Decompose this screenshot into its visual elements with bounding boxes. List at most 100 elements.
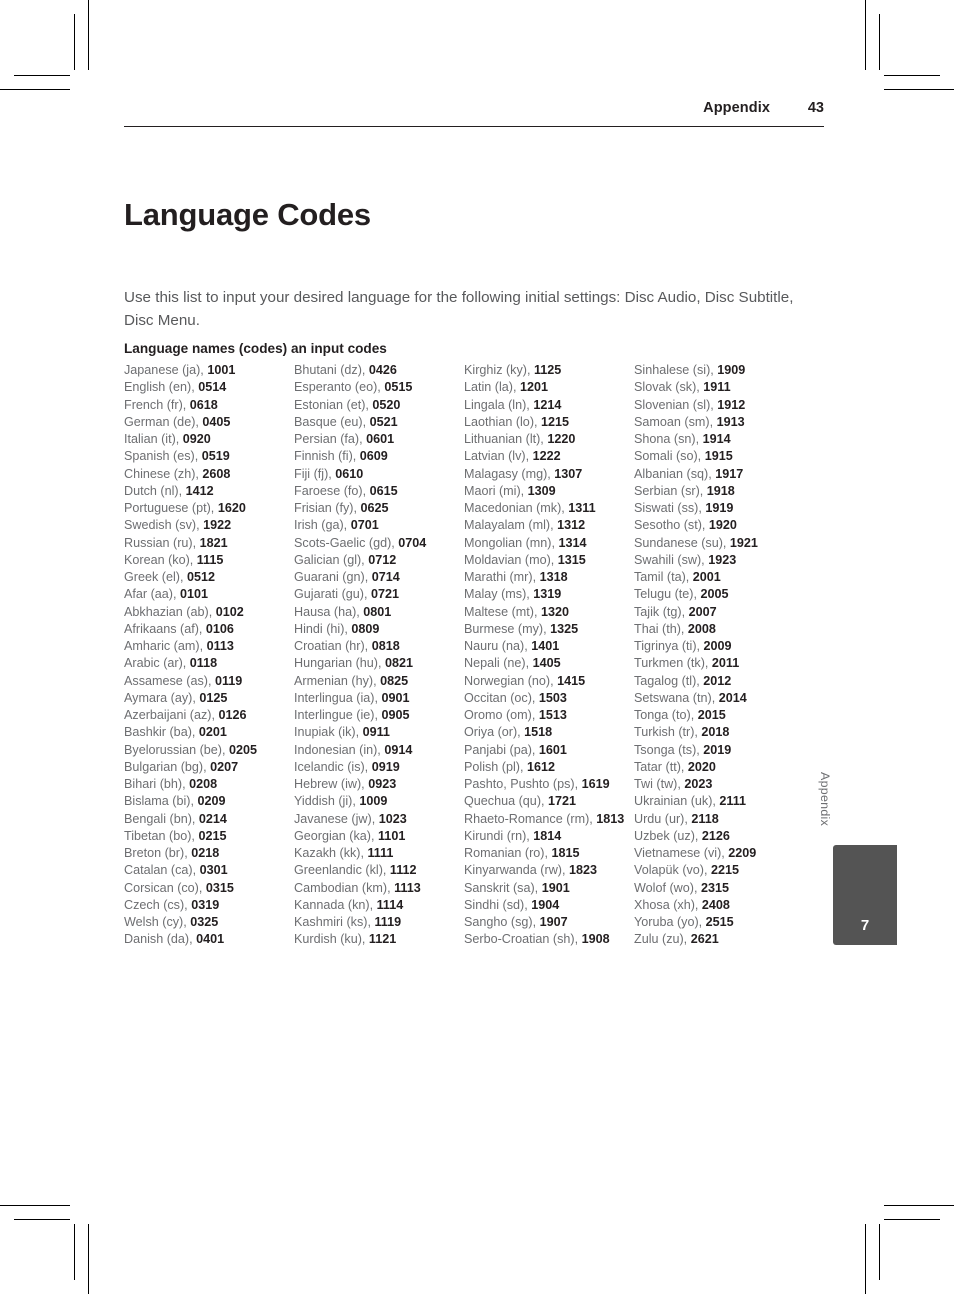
language-code-entry: Samoan (sm), 1913 <box>634 414 828 431</box>
language-code-number: 0218 <box>191 846 220 860</box>
language-code-entry: Kurdish (ku), 1121 <box>294 931 464 948</box>
language-code-number: 0919 <box>371 759 400 774</box>
language-code-entry: Bislama (bi), 0209 <box>124 793 294 810</box>
language-name: Armenian (hy), <box>294 673 381 688</box>
language-name: Wolof (wo), <box>634 880 701 895</box>
language-name: Siswati (ss), <box>634 501 706 515</box>
language-code-entry: Volapük (vo), 2215 <box>634 862 828 879</box>
language-name: Fiji (fj), <box>294 466 336 481</box>
side-tab-label: Appendix <box>818 772 832 827</box>
language-name: Frisian (fy), <box>294 501 361 515</box>
language-name: German (de), <box>124 414 203 429</box>
language-code-entry: Faroese (fo), 0615 <box>294 483 464 500</box>
language-code-entry: Nepali (ne), 1405 <box>464 655 634 672</box>
language-name: Burmese (my), <box>464 621 551 636</box>
language-code-entry: Panjabi (pa), 1601 <box>464 742 634 759</box>
language-name: Azerbaijani (az), <box>124 708 219 722</box>
language-code-number: 0119 <box>214 673 243 688</box>
language-code-entry: Bhutani (dz), 0426 <box>294 362 464 379</box>
language-code-number: 2408 <box>701 897 730 912</box>
language-name: Latin (la), <box>464 380 520 395</box>
language-name: Tsonga (ts), <box>634 742 704 757</box>
language-code-entry: Polish (pl), 1612 <box>464 759 634 776</box>
language-code-entry: Inupiak (ik), 0911 <box>294 724 464 741</box>
language-name: Bulgarian (bg), <box>124 759 211 774</box>
language-code-entry: Dutch (nl), 1412 <box>124 483 294 500</box>
language-code-entry: Basque (eu), 0521 <box>294 414 464 431</box>
crop-mark-top-right <box>865 0 866 70</box>
language-code-entry: Yoruba (yo), 2515 <box>634 914 828 931</box>
language-code-entry: Wolof (wo), 2315 <box>634 880 828 897</box>
language-name: Catalan (ca), <box>124 863 200 878</box>
language-code-entry: Persian (fa), 0601 <box>294 431 464 448</box>
language-code-entry: Abkhazian (ab), 0102 <box>124 604 294 621</box>
language-code-entry: Swahili (sw), 1923 <box>634 552 828 569</box>
language-name: Hebrew (iw), <box>294 777 369 791</box>
language-code-number: 0325 <box>190 915 219 929</box>
language-name: Marathi (mr), <box>464 570 540 584</box>
language-name: Italian (it), <box>124 432 183 446</box>
language-code-number: 0721 <box>371 587 400 602</box>
language-code-number: 1009 <box>359 794 388 809</box>
language-name: Assamese (as), <box>124 673 215 688</box>
language-code-number: 1813 <box>596 811 625 826</box>
language-code-entry: Urdu (ur), 2118 <box>634 811 828 828</box>
language-code-entry: Frisian (fy), 0625 <box>294 500 464 517</box>
language-name: Welsh (cy), <box>124 915 191 929</box>
language-name: Portuguese (pt), <box>124 501 218 515</box>
language-code-entry: Maltese (mt), 1320 <box>464 604 634 621</box>
language-code-entry: Norwegian (no), 1415 <box>464 673 634 690</box>
language-code-entry: Vietnamese (vi), 2209 <box>634 845 828 862</box>
language-code-number: 0801 <box>363 604 392 619</box>
language-code-entry: Kannada (kn), 1114 <box>294 897 464 914</box>
language-code-number: 1405 <box>532 656 561 671</box>
language-code-entry: Afar (aa), 0101 <box>124 586 294 603</box>
language-code-number: 0101 <box>180 587 209 602</box>
language-code-entry: Siswati (ss), 1919 <box>634 500 828 517</box>
language-code-entry: Fiji (fj), 0610 <box>294 466 464 483</box>
language-code-entry: Sanskrit (sa), 1901 <box>464 880 634 897</box>
language-code-number: 1518 <box>524 725 553 740</box>
language-code-number: 2009 <box>703 639 732 653</box>
language-code-number: 1821 <box>199 535 228 550</box>
language-code-number: 2023 <box>684 777 713 791</box>
language-name: Tatar (tt), <box>634 759 688 774</box>
language-code-number: 1111 <box>367 846 394 860</box>
language-code-entry: Byelorussian (be), 0205 <box>124 742 294 759</box>
language-code-number: 2608 <box>202 466 231 481</box>
language-code-entry: Korean (ko), 1115 <box>124 552 294 569</box>
language-code-number: 0106 <box>205 621 234 636</box>
language-code-number: 1814 <box>533 828 562 843</box>
language-code-entry: Oromo (om), 1513 <box>464 707 634 724</box>
language-name: Gujarati (gu), <box>294 587 371 602</box>
language-code-entry: Scots-Gaelic (gd), 0704 <box>294 535 464 552</box>
language-code-entry: Corsican (co), 0315 <box>124 880 294 897</box>
language-code-entry: Tatar (tt), 2020 <box>634 759 828 776</box>
language-code-entry: Laothian (lo), 1215 <box>464 414 634 431</box>
language-name: Nepali (ne), <box>464 656 533 671</box>
language-code-number: 1121 <box>368 932 397 947</box>
language-code-number: 1214 <box>533 397 562 412</box>
language-code-entry: Hausa (ha), 0801 <box>294 604 464 621</box>
language-code-number: 0701 <box>350 518 379 533</box>
language-code-number: 1917 <box>715 466 744 481</box>
language-name: Turkmen (tk), <box>634 656 712 671</box>
language-name: Interlingua (ia), <box>294 690 382 705</box>
language-code-column: Bhutani (dz), 0426 Esperanto (eo), 0515 Es… <box>294 362 464 949</box>
language-code-entry: Serbo-Croatian (sh), 1908 <box>464 931 634 948</box>
language-code-entry: Tajik (tg), 2007 <box>634 604 828 621</box>
language-name: Spanish (es), <box>124 449 202 464</box>
language-code-number: 1914 <box>702 432 731 446</box>
crop-mark-bottom-right <box>879 1224 880 1280</box>
language-name: Nauru (na), <box>464 639 532 653</box>
language-code-entry: Tamil (ta), 2001 <box>634 569 828 586</box>
language-code-number: 1904 <box>531 897 560 912</box>
language-code-number: 1114 <box>376 897 404 912</box>
language-code-number: 2118 <box>691 811 719 826</box>
language-code-entry: Lingala (ln), 1214 <box>464 397 634 414</box>
language-name: Abkhazian (ab), <box>124 604 216 619</box>
language-code-number: 0809 <box>351 621 380 636</box>
language-name: Quechua (qu), <box>464 794 549 809</box>
language-code-number: 0215 <box>198 828 227 843</box>
language-name: Tagalog (tl), <box>634 673 704 688</box>
